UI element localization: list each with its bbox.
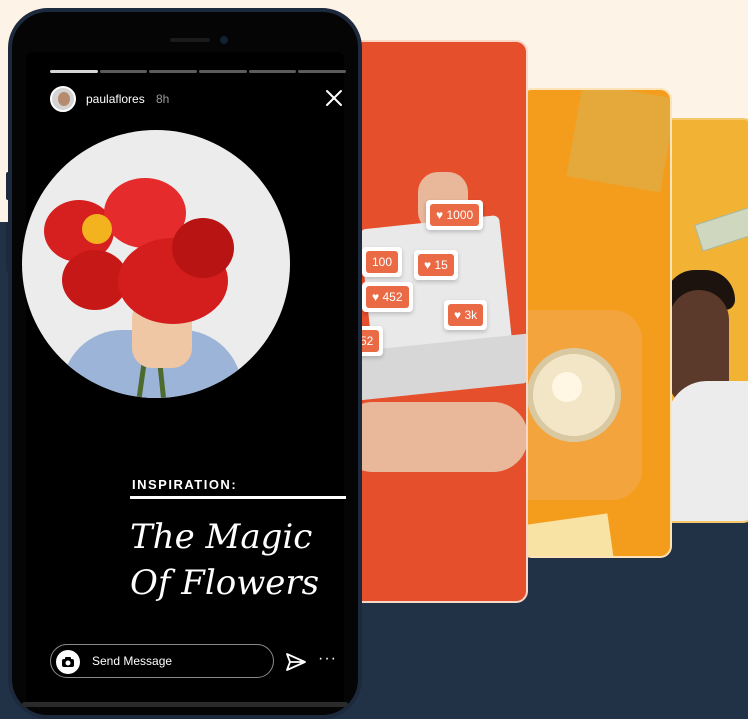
like-notification: ♥ 452 xyxy=(362,282,413,312)
progress-segment xyxy=(298,70,347,73)
camera-icon[interactable] xyxy=(56,650,80,674)
story-title: The Magic Of Flowers xyxy=(130,514,344,606)
like-notification: ♥ 1000 xyxy=(426,200,484,230)
money-bill-image xyxy=(694,206,748,252)
story-screen: paulaflores 8h INSPIRATION: The Magic Of… xyxy=(22,52,347,707)
phone-speaker xyxy=(170,38,210,42)
notification-count: 52 xyxy=(360,334,374,348)
send-icon[interactable] xyxy=(284,650,308,674)
heart-icon: ♥ xyxy=(372,290,380,304)
notification-count: 15 xyxy=(434,258,448,272)
home-indicator xyxy=(22,702,348,707)
like-notification: ♥ 3k xyxy=(444,300,488,330)
avatar-face xyxy=(58,92,70,106)
flower-bloom-yellow xyxy=(82,214,112,244)
avatar[interactable] xyxy=(50,86,76,112)
progress-segment xyxy=(149,70,198,73)
flower-photo xyxy=(22,130,290,398)
heart-icon: ♥ xyxy=(454,308,462,322)
rotary-dial-center xyxy=(552,372,582,402)
person-shirt xyxy=(667,381,748,521)
username[interactable]: paulaflores xyxy=(86,92,145,106)
heart-icon: ♥ xyxy=(424,258,432,272)
story-card-telephone[interactable] xyxy=(520,88,672,558)
heart-icon: ♥ xyxy=(436,208,444,222)
send-message-placeholder[interactable]: Send Message xyxy=(92,654,172,668)
notification-count: 100 xyxy=(372,255,393,269)
like-notification: 100 xyxy=(362,247,403,277)
story-title-line: Of Flowers xyxy=(130,563,320,603)
phone-mockup: paulaflores 8h INSPIRATION: The Magic Of… xyxy=(6,8,362,719)
notification-count: 3k xyxy=(464,308,478,322)
notebook-image xyxy=(522,513,616,556)
phone-front-camera xyxy=(220,36,228,44)
notification-count: 1000 xyxy=(446,208,474,222)
post-time: 8h xyxy=(156,92,170,106)
progress-segment xyxy=(199,70,247,73)
hand-bottom-image xyxy=(348,402,526,472)
progress-segment xyxy=(99,70,148,73)
notification-count: 452 xyxy=(382,290,403,304)
phone-side-button xyxy=(6,172,10,200)
sticky-note-image xyxy=(566,90,670,193)
divider xyxy=(130,496,346,499)
story-card-laptop[interactable]: ♥ 1000 100 ♥ 15 ♥ 452 ♥ 3k 52 xyxy=(346,40,528,603)
story-title-line: The Magic xyxy=(130,517,313,557)
flower-bloom xyxy=(172,218,234,278)
phone-side-button xyxy=(6,222,10,272)
story-progress-bars xyxy=(50,70,347,73)
close-icon[interactable] xyxy=(322,86,346,110)
progress-segment xyxy=(248,70,297,73)
progress-segment xyxy=(50,70,98,73)
like-notification: ♥ 15 xyxy=(414,250,458,280)
story-category: INSPIRATION: xyxy=(132,477,238,492)
more-options-icon[interactable]: ··· xyxy=(318,650,337,668)
